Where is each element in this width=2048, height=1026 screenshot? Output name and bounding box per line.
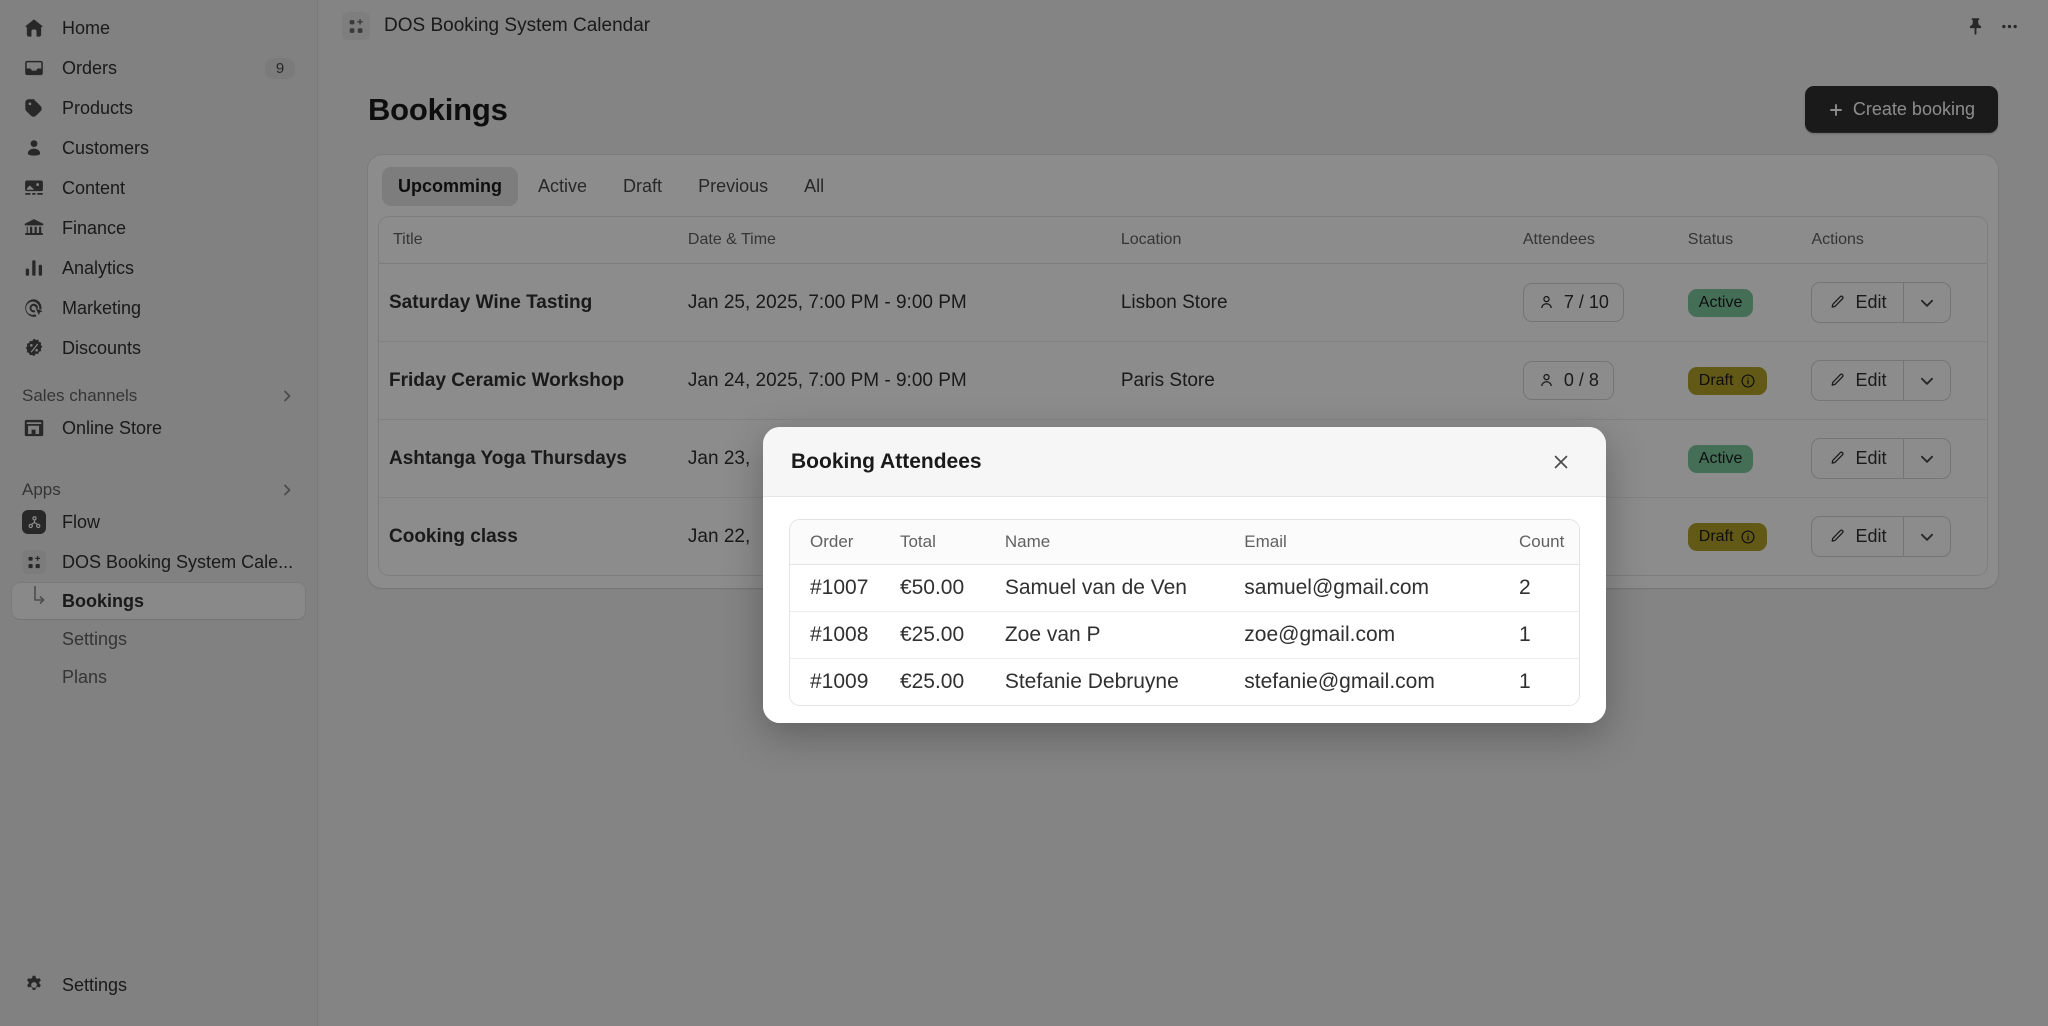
cell-name: Samuel van de Ven xyxy=(994,564,1235,612)
col-header-count: Count xyxy=(1509,520,1579,565)
attendees-table-wrapper: Order Total Name Email Count #1007 €50.0… xyxy=(789,519,1580,706)
cell-total: €50.00 xyxy=(889,564,995,612)
table-header-row: Order Total Name Email Count xyxy=(790,520,1579,565)
booking-attendees-modal: Booking Attendees Order Total Name Email… xyxy=(763,427,1606,723)
cell-count: 1 xyxy=(1519,670,1531,693)
cell-email: samuel@gmail.com xyxy=(1234,564,1509,612)
col-header-email: Email xyxy=(1234,520,1509,565)
cell-order: #1009 xyxy=(810,670,869,693)
cell-order: #1008 xyxy=(790,611,890,659)
modal-header: Booking Attendees xyxy=(763,427,1606,497)
table-row: #1008 €25.00 Zoe van P zoe@gmail.com 1 xyxy=(790,611,1579,659)
cell-count: 1 xyxy=(1509,611,1579,659)
modal-title: Booking Attendees xyxy=(791,449,982,473)
cell-email: zoe@gmail.com xyxy=(1234,611,1509,659)
table-row: #1009 €25.00 Stefanie Debruyne stefanie@… xyxy=(790,659,1579,706)
col-header-name: Name xyxy=(994,520,1235,565)
close-icon[interactable] xyxy=(1544,445,1578,479)
cell-email: stefanie@gmail.com xyxy=(1244,670,1435,693)
attendees-table: Order Total Name Email Count #1007 €50.0… xyxy=(790,520,1579,705)
cell-total: €25.00 xyxy=(899,670,965,693)
col-header-total: Total xyxy=(889,520,995,565)
admin-app: Home Orders 9 Products Customers Content… xyxy=(0,0,2048,1026)
col-header-order: Order xyxy=(790,520,890,565)
attendees-table-head: Order Total Name Email Count xyxy=(790,520,1579,565)
table-row: #1007 €50.00 Samuel van de Ven samuel@gm… xyxy=(790,564,1579,612)
cell-total: €25.00 xyxy=(889,611,995,659)
cell-name: Stefanie Debruyne xyxy=(1004,670,1179,693)
modal-body: Order Total Name Email Count #1007 €50.0… xyxy=(763,497,1606,723)
attendees-table-body: #1007 €50.00 Samuel van de Ven samuel@gm… xyxy=(790,564,1579,706)
cell-order: #1007 xyxy=(790,564,890,612)
cell-name: Zoe van P xyxy=(994,611,1235,659)
cell-count: 2 xyxy=(1509,564,1579,612)
